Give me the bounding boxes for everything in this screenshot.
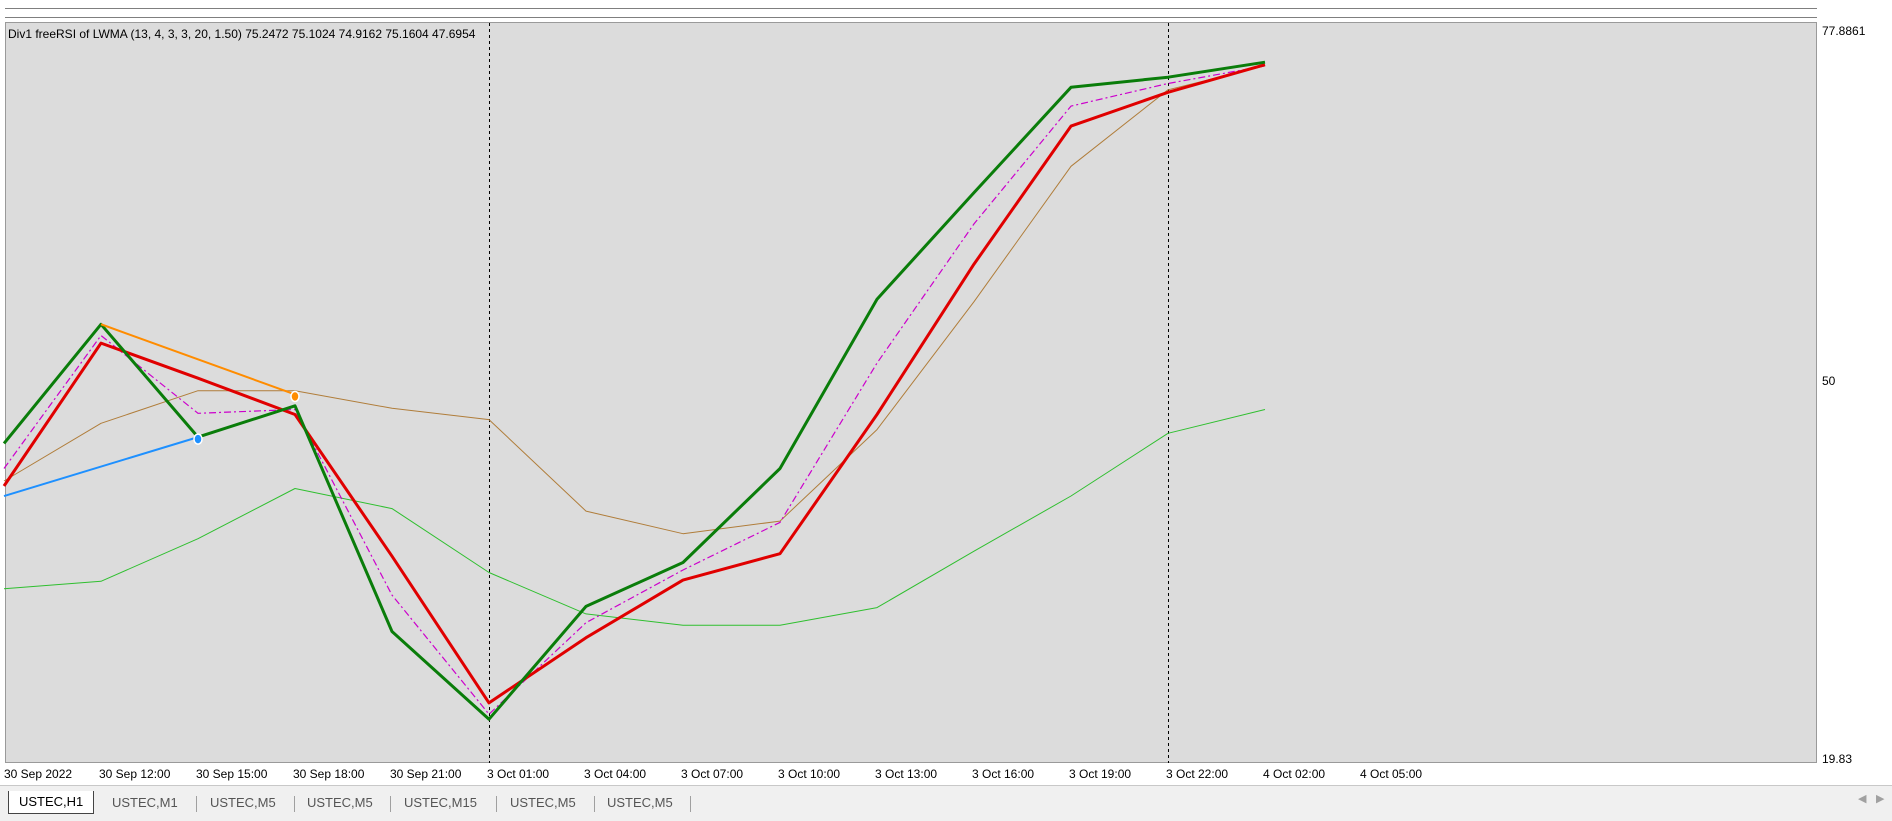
tab-ustec-m1[interactable]: USTEC,M1 [102,792,188,814]
time-label: 3 Oct 01:00 [487,767,550,781]
tab-ustec-m5[interactable]: USTEC,M5 [500,792,586,814]
divergence-line-1 [3,436,199,498]
series-line-2 [3,65,1266,715]
time-label: 30 Sep 18:00 [293,767,365,781]
y-label-bottom: 19.83 [1822,752,1853,766]
time-label: 4 Oct 02:00 [1263,767,1326,781]
time-label: 4 Oct 05:00 [1360,767,1423,781]
series-line-4 [3,409,1266,626]
time-label: 30 Sep 15:00 [196,767,268,781]
tab-separator [196,796,197,812]
tab-ustec-m5[interactable]: USTEC,M5 [297,792,383,814]
divergence-marker-0 [290,390,300,403]
time-label: 3 Oct 13:00 [875,767,938,781]
scroll-left-icon[interactable]: ◀ [1858,792,1866,805]
divergence-marker-1 [193,433,203,445]
time-label: 3 Oct 04:00 [584,767,647,781]
time-label: 3 Oct 07:00 [681,767,744,781]
tab-ustec-m5[interactable]: USTEC,M5 [597,792,683,814]
tab-ustec-m5[interactable]: USTEC,M5 [200,792,286,814]
y-label-top: 77.8861 [1822,24,1866,38]
tab-ustec-h1[interactable]: USTEC,H1 [8,791,95,814]
series-line-1 [2,63,1266,705]
indicator-chart [2,23,1266,763]
y-label-mid: 50 [1822,374,1836,388]
time-label: 30 Sep 21:00 [390,767,462,781]
time-label: 3 Oct 22:00 [1166,767,1229,781]
tab-separator [594,796,595,812]
tab-separator [294,796,295,812]
time-label: 30 Sep 12:00 [99,767,171,781]
tab-ustec-m15[interactable]: USTEC,M15 [394,792,487,814]
series-line-3 [3,65,1266,535]
time-label: 3 Oct 16:00 [972,767,1035,781]
time-label: 3 Oct 10:00 [778,767,841,781]
scroll-right-icon[interactable]: ▶ [1876,792,1884,805]
series-line-0 [2,60,1266,721]
tab-separator [390,796,391,812]
time-label: 3 Oct 19:00 [1069,767,1132,781]
indicator-label: Div1 freeRSI of LWMA (13, 4, 3, 3, 20, 1… [8,27,476,41]
tab-separator [496,796,497,812]
time-label: 30 Sep 2022 [4,767,73,781]
tab-separator [690,796,691,812]
